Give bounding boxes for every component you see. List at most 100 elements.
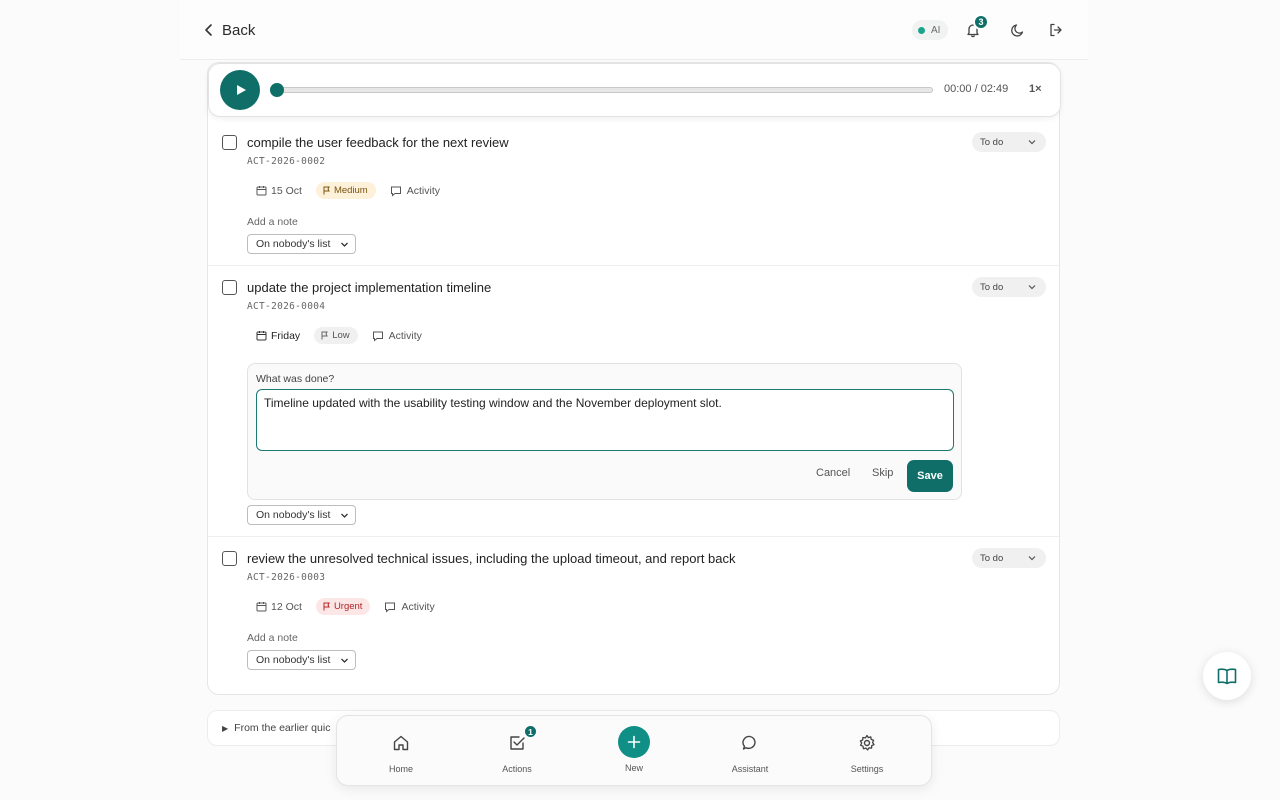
- earlier-section-text: From the earlier quic: [234, 722, 331, 734]
- nav-home[interactable]: Home: [356, 716, 446, 787]
- priority-badge[interactable]: Low: [314, 327, 358, 344]
- back-label: Back: [222, 21, 256, 39]
- nav-new[interactable]: New: [589, 716, 679, 787]
- top-bar: Back AI 3: [180, 0, 1088, 60]
- book-icon: [1217, 668, 1237, 685]
- task-meta-row: 12 Oct Urgent Activity: [256, 598, 435, 615]
- note-editor: What was done? Timeline updated with the…: [247, 363, 962, 500]
- guide-button[interactable]: [1203, 652, 1251, 700]
- nav-assistant[interactable]: Assistant: [705, 716, 795, 787]
- activity-label: Activity: [406, 184, 440, 197]
- logout-icon: [1050, 23, 1062, 37]
- skip-button[interactable]: Skip: [872, 467, 893, 479]
- task-status-label: To do: [980, 136, 1004, 148]
- priority-label: Medium: [333, 185, 368, 196]
- task-title: compile the user feedback for the next r…: [247, 135, 509, 150]
- actions-count-badge: 1: [523, 724, 538, 739]
- assignee-label: On nobody's list: [256, 509, 331, 521]
- comment-icon: [390, 186, 401, 197]
- nav-label: Actions: [502, 764, 532, 774]
- flag-icon: [323, 602, 330, 611]
- priority-label: Urgent: [333, 601, 363, 612]
- back-button[interactable]: Back: [202, 18, 255, 42]
- task-meta-row: Friday Low Activity: [256, 327, 422, 344]
- due-date[interactable]: 12 Oct: [256, 601, 302, 613]
- nav-label: Home: [388, 764, 413, 774]
- chevron-down-icon: [341, 242, 348, 247]
- assignee-select[interactable]: On nobody's list: [247, 650, 356, 670]
- chevron-down-icon: [1028, 556, 1036, 561]
- nav-label: Settings: [850, 764, 884, 774]
- divider: [208, 265, 1061, 266]
- gear-icon: [857, 733, 877, 753]
- comment-icon: [385, 602, 396, 613]
- activity-label: Activity: [401, 600, 435, 613]
- chevron-down-icon: [1028, 140, 1036, 145]
- moon-icon: [1011, 24, 1024, 37]
- task-id: ACT-2026-0002: [247, 156, 326, 167]
- play-icon: [237, 85, 246, 95]
- ai-label: AI: [931, 24, 941, 36]
- task-status-select[interactable]: To do: [972, 548, 1046, 568]
- task-checkbox[interactable]: [222, 551, 237, 566]
- bottom-nav: Home Actions 1 New Assistant Settings: [336, 715, 932, 786]
- actions-card: 00:00 / 02:49 1× compile the user feedba…: [207, 62, 1061, 695]
- task-meta-row: 15 Oct Medium Activity: [256, 182, 440, 199]
- task-title: review the unresolved technical issues, …: [247, 551, 736, 566]
- chevron-down-icon: [341, 513, 348, 518]
- priority-badge[interactable]: Urgent: [315, 598, 371, 615]
- comment-icon: [372, 331, 383, 342]
- nav-settings[interactable]: Settings: [822, 716, 912, 787]
- task-status-select[interactable]: To do: [972, 132, 1046, 152]
- priority-badge[interactable]: Medium: [315, 182, 376, 199]
- earlier-section-label: ▶ From the earlier quic: [222, 722, 330, 734]
- ai-status-badge[interactable]: AI: [912, 20, 949, 40]
- task-status-label: To do: [980, 552, 1004, 564]
- nav-label: Assistant: [731, 764, 769, 774]
- activity-label: Activity: [388, 329, 422, 342]
- audio-progress-track[interactable]: [275, 87, 933, 93]
- calendar-icon: [256, 602, 267, 612]
- playback-speed-button[interactable]: 1×: [1029, 83, 1042, 95]
- task-id: ACT-2026-0003: [247, 572, 326, 583]
- note-textarea[interactable]: Timeline updated with the usability test…: [256, 389, 954, 451]
- activity-link[interactable]: Activity: [372, 330, 422, 342]
- cancel-button[interactable]: Cancel: [816, 467, 850, 479]
- flag-icon: [323, 186, 330, 195]
- due-date-label: Friday: [271, 329, 301, 342]
- add-note-link[interactable]: Add a note: [247, 632, 298, 644]
- priority-label: Low: [332, 330, 350, 341]
- due-date-label: 15 Oct: [271, 184, 302, 197]
- task-status-label: To do: [980, 281, 1004, 293]
- logout-button[interactable]: [1045, 19, 1067, 41]
- due-date[interactable]: Friday: [256, 330, 300, 342]
- task-status-select[interactable]: To do: [972, 277, 1046, 297]
- due-date[interactable]: 15 Oct: [256, 185, 302, 197]
- assignee-label: On nobody's list: [256, 654, 331, 666]
- due-date-label: 12 Oct: [271, 600, 302, 613]
- audio-player: 00:00 / 02:49 1×: [208, 63, 1061, 117]
- plus-icon: [618, 726, 650, 758]
- assignee-select[interactable]: On nobody's list: [247, 234, 356, 254]
- nav-label: New: [624, 763, 643, 773]
- assignee-label: On nobody's list: [256, 238, 331, 250]
- audio-progress-handle[interactable]: [270, 83, 284, 97]
- calendar-icon: [256, 331, 267, 341]
- assignee-select[interactable]: On nobody's list: [247, 505, 356, 525]
- theme-toggle-button[interactable]: [1007, 19, 1029, 41]
- task-title: update the project implementation timeli…: [247, 280, 492, 295]
- play-button[interactable]: [220, 70, 260, 110]
- add-note-link[interactable]: Add a note: [247, 216, 298, 228]
- chevron-down-icon: [341, 658, 348, 663]
- calendar-icon: [256, 186, 267, 196]
- activity-link[interactable]: Activity: [384, 600, 435, 613]
- note-editor-label: What was done?: [256, 373, 335, 385]
- nav-actions[interactable]: Actions: [472, 716, 562, 787]
- task-checkbox[interactable]: [222, 280, 237, 295]
- save-button[interactable]: Save: [907, 460, 953, 492]
- task-checkbox[interactable]: [222, 135, 237, 150]
- divider: [208, 536, 1061, 537]
- task-id: ACT-2026-0004: [247, 301, 326, 312]
- activity-link[interactable]: Activity: [390, 185, 440, 197]
- notification-count-badge: 3: [973, 14, 989, 30]
